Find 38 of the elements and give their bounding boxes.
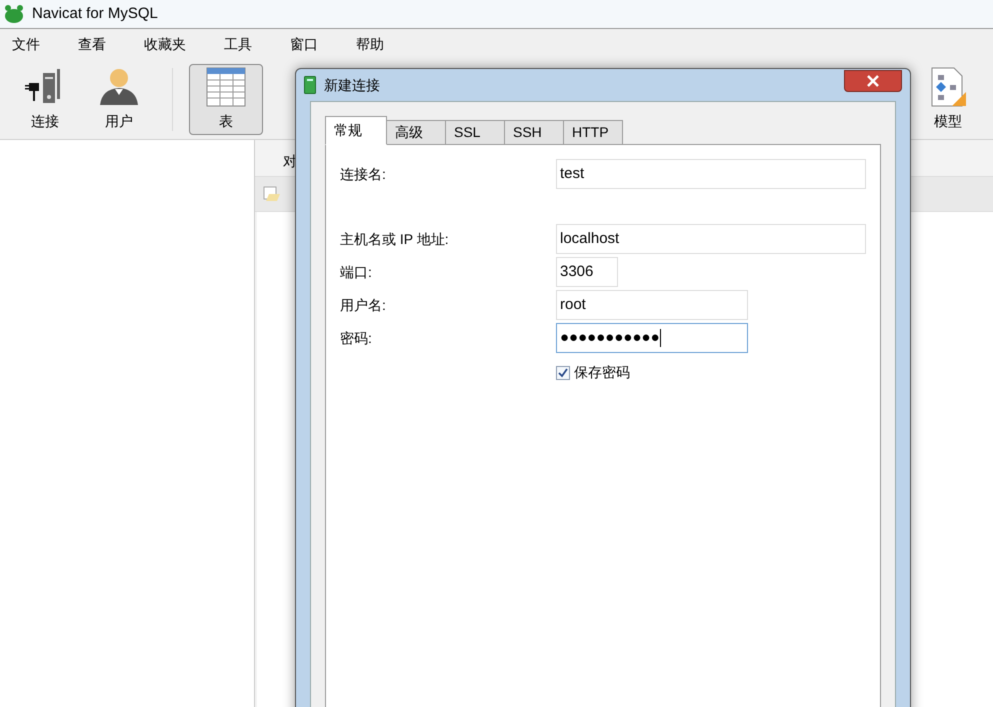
dialog-tab[interactable]: SSH bbox=[504, 120, 564, 145]
field-label: 主机名或 IP 地址: bbox=[340, 230, 450, 248]
menu-item[interactable]: 文件 bbox=[8, 34, 44, 55]
field-label: 用户名: bbox=[340, 296, 387, 314]
toolbar-button[interactable]: 表 bbox=[189, 64, 263, 135]
text-field[interactable]: ●●●●●●●●●●● bbox=[556, 323, 748, 353]
close-button[interactable] bbox=[844, 70, 902, 92]
toolbar-button[interactable]: 用户 bbox=[82, 64, 156, 135]
app-logo-icon bbox=[4, 5, 24, 23]
menu-item[interactable]: 收藏夹 bbox=[140, 34, 190, 55]
checkbox[interactable] bbox=[556, 366, 570, 380]
text-field[interactable]: 3306 bbox=[556, 257, 618, 287]
dialog-title: 新建连接 bbox=[324, 76, 380, 94]
connection-icon bbox=[304, 76, 316, 94]
dialog-tab[interactable]: SSL bbox=[445, 120, 505, 145]
text-field[interactable]: root bbox=[556, 290, 748, 320]
text-field[interactable]: test bbox=[556, 159, 866, 189]
field-label: 密码: bbox=[340, 328, 373, 348]
toolbar-button[interactable]: 模型 bbox=[911, 64, 985, 135]
menu-item[interactable]: 窗口 bbox=[286, 34, 322, 55]
dialog-tab[interactable]: HTTP bbox=[563, 120, 623, 145]
folder-icon bbox=[263, 186, 281, 202]
field-label: 端口: bbox=[340, 262, 373, 282]
toolbar-button[interactable]: 连接 bbox=[8, 64, 82, 135]
dialog-tab[interactable]: 常规 bbox=[325, 116, 387, 145]
menu-item[interactable]: 工具 bbox=[220, 34, 256, 55]
window-title: Navicat for MySQL bbox=[32, 4, 158, 24]
menu-item[interactable]: 查看 bbox=[74, 34, 110, 55]
menu-item[interactable]: 帮助 bbox=[352, 34, 388, 55]
table-icon bbox=[206, 67, 246, 107]
user-icon bbox=[98, 67, 140, 107]
checkbox-label: 保存密码 bbox=[574, 363, 630, 382]
text-field[interactable]: localhost bbox=[556, 224, 866, 254]
check-icon bbox=[558, 368, 568, 378]
field-label: 连接名: bbox=[340, 164, 387, 184]
close-icon bbox=[867, 75, 879, 87]
dialog-tab[interactable]: 高级 bbox=[386, 120, 446, 145]
object-tab[interactable]: 对 bbox=[283, 151, 297, 176]
